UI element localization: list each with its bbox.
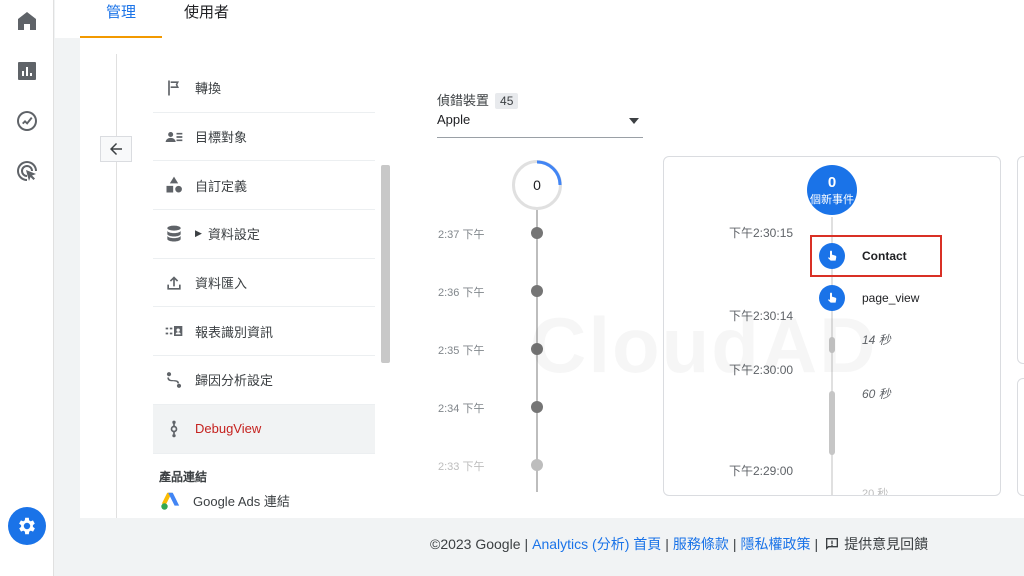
debug-device-label: 偵錯裝置 45 xyxy=(437,90,519,109)
caret-right-icon[interactable]: ▶ xyxy=(195,228,202,239)
admin-main-panel: 轉換 目標對象 自訂定義 ▶ 資料設定 資料匯入 報表識別資訊 歸因分析設定 D… xyxy=(80,38,1024,518)
flag-icon xyxy=(163,77,185,99)
id-icon xyxy=(163,320,185,342)
event-bubble[interactable] xyxy=(819,285,845,311)
user-properties-card-edge xyxy=(1017,378,1024,496)
minute-label: 2:36 下午 xyxy=(438,287,485,299)
minute-label: 2:33 下午 xyxy=(438,461,485,473)
product-links-section-title: 產品連結 xyxy=(159,469,208,484)
footer-feedback-link[interactable]: 提供意見回饋 xyxy=(844,534,928,554)
new-events-label: 個新事件 xyxy=(810,194,854,206)
menu-item-google-ads-links[interactable]: Google Ads 連結 xyxy=(153,489,375,513)
seconds-gap-label-faded: 20 秒 xyxy=(862,488,889,496)
minute-dot[interactable] xyxy=(531,459,543,471)
arrow-left-icon xyxy=(110,143,122,155)
minute-dot[interactable] xyxy=(531,401,543,413)
menu-item-label: 歸因分析設定 xyxy=(195,373,274,389)
minute-dot[interactable] xyxy=(531,227,543,239)
audience-icon xyxy=(163,126,185,148)
explore-icon[interactable] xyxy=(15,109,39,133)
menu-item-label: 自訂定義 xyxy=(195,178,248,194)
loading-arc-icon xyxy=(536,160,562,186)
attribution-icon xyxy=(163,369,185,391)
seconds-timestamp: 下午2:29:00 xyxy=(729,464,794,478)
seconds-timestamp: 下午2:30:15 xyxy=(729,226,794,240)
debug-device-label-text: 偵錯裝置 xyxy=(437,93,490,108)
menu-item-data-settings[interactable]: ▶ 資料設定 xyxy=(153,210,375,259)
menu-link-label: Google Ads 連結 xyxy=(193,494,290,509)
feedback-icon[interactable] xyxy=(824,536,840,552)
reports-icon[interactable] xyxy=(15,59,39,83)
menu-item-label: 目標對象 xyxy=(195,130,248,146)
seconds-gap-bar xyxy=(829,391,835,455)
top-tabs-bar: 管理 使用者 xyxy=(55,0,1024,38)
minute-label: 2:37 下午 xyxy=(438,229,485,241)
left-nav-rail xyxy=(0,0,54,576)
debug-device-value: Apple xyxy=(437,112,471,127)
page-footer: ©2023 Google | Analytics (分析) 首頁 | 服務條款 … xyxy=(430,534,928,554)
seconds-gap-bar xyxy=(829,337,835,353)
panel-divider xyxy=(116,54,117,518)
menu-item-debugview[interactable]: DebugView xyxy=(153,404,375,454)
seconds-gap-label: 60 秒 xyxy=(862,387,891,401)
footer-separator: | xyxy=(814,536,819,552)
footer-copyright: ©2023 Google xyxy=(430,536,521,552)
highlight-box xyxy=(810,235,942,277)
touch-icon xyxy=(828,292,837,303)
new-events-badge: 0 個新事件 xyxy=(807,165,857,215)
menu-item-label: 報表識別資訊 xyxy=(195,324,274,340)
menu-item-data-import[interactable]: 資料匯入 xyxy=(153,259,375,308)
top-events-card-edge xyxy=(1017,156,1024,364)
minute-label: 2:34 下午 xyxy=(438,403,485,415)
gear-icon xyxy=(19,517,35,535)
menu-scrollbar[interactable] xyxy=(381,165,390,363)
menu-item-reporting-identity[interactable]: 報表識別資訊 xyxy=(153,307,375,357)
menu-item-label: DebugView xyxy=(195,421,262,437)
back-button[interactable] xyxy=(100,136,132,162)
settings-button[interactable] xyxy=(8,507,46,545)
footer-terms-link[interactable]: 服務條款 xyxy=(673,534,729,554)
database-icon xyxy=(163,223,185,245)
advertising-icon[interactable] xyxy=(15,159,39,183)
menu-item-conversions[interactable]: 轉換 xyxy=(153,64,375,113)
footer-privacy-link[interactable]: 隱私權政策 xyxy=(741,534,811,554)
debug-icon xyxy=(163,418,185,440)
tab-admin[interactable]: 管理 xyxy=(80,0,163,38)
footer-separator: | xyxy=(665,536,669,552)
menu-item-attribution-settings[interactable]: 歸因分析設定 xyxy=(153,356,375,405)
minute-dot[interactable] xyxy=(531,343,543,355)
minute-dot[interactable] xyxy=(531,285,543,297)
event-name-page-view[interactable]: page_view xyxy=(862,291,919,305)
debug-device-count-badge: 45 xyxy=(495,93,519,109)
menu-item-label: 轉換 xyxy=(195,81,222,97)
minute-label: 2:35 下午 xyxy=(438,345,485,357)
menu-item-audiences[interactable]: 目標對象 xyxy=(153,113,375,162)
footer-separator: | xyxy=(732,536,737,552)
dropdown-arrow-icon xyxy=(629,118,639,124)
home-icon[interactable] xyxy=(15,9,39,33)
upload-icon xyxy=(163,272,185,294)
menu-item-custom-definitions[interactable]: 自訂定義 xyxy=(153,161,375,211)
debug-device-select[interactable]: Apple xyxy=(437,112,643,138)
property-settings-menu: 轉換 目標對象 自訂定義 ▶ 資料設定 資料匯入 報表識別資訊 歸因分析設定 D… xyxy=(153,64,375,513)
seconds-gap-label: 14 秒 xyxy=(862,333,891,347)
footer-separator: | xyxy=(524,536,529,552)
menu-item-label: 資料匯入 xyxy=(195,276,248,292)
seconds-timestamp: 下午2:30:14 xyxy=(729,309,794,323)
tab-users[interactable]: 使用者 xyxy=(158,0,255,38)
shapes-icon xyxy=(163,174,185,196)
menu-item-label: 資料設定 xyxy=(207,227,260,243)
google-ads-logo-icon xyxy=(159,490,181,512)
seconds-stream-card: 0 個新事件 下午2:30:15 Contact page_view 下午2:3… xyxy=(663,156,1001,496)
new-events-count: 0 xyxy=(827,174,837,191)
footer-analytics-home-link[interactable]: Analytics (分析) 首頁 xyxy=(532,534,661,554)
minutes-count-circle: 0 xyxy=(512,160,562,210)
seconds-timestamp: 下午2:30:00 xyxy=(729,363,794,377)
